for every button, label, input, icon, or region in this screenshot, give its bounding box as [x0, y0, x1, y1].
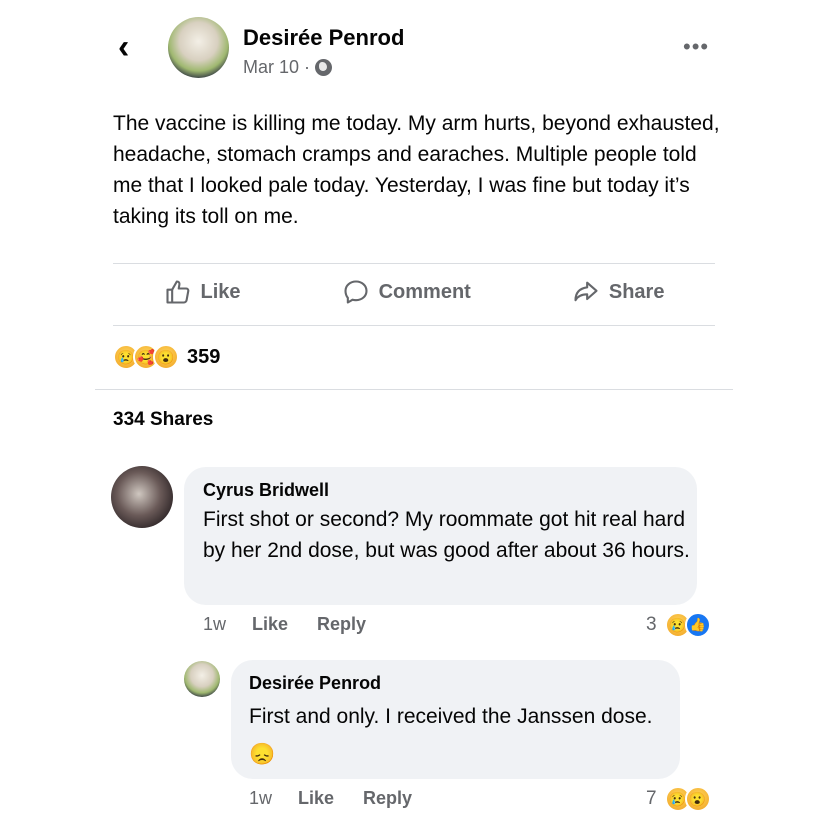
shares-count[interactable]: 334 Shares — [113, 409, 213, 431]
comment-reactions[interactable]: 3 😢 👍 — [646, 612, 711, 638]
comment-author[interactable]: Cyrus Bridwell — [203, 480, 329, 501]
comment-like-button[interactable]: Like — [252, 614, 317, 635]
author-avatar[interactable] — [168, 17, 229, 78]
comment-meta: 1w Like Reply — [249, 788, 412, 809]
commenter-avatar[interactable] — [111, 466, 173, 528]
wow-reaction-icon: 😮 — [684, 786, 711, 812]
divider — [95, 389, 733, 390]
reaction-count: 359 — [187, 345, 221, 368]
comment-reactions[interactable]: 7 😢 😮 — [646, 786, 711, 812]
comment-bubble: Cyrus Bridwell First shot or second? My … — [184, 467, 697, 605]
comment-text: First shot or second? My roommate got hi… — [203, 508, 690, 562]
comment-text: First and only. I received the Janssen d… — [249, 698, 669, 774]
comment-reply-button[interactable]: Reply — [363, 788, 412, 809]
share-label: Share — [608, 280, 665, 303]
comment-time: 1w — [249, 788, 273, 808]
comment-time: 1w — [203, 614, 227, 634]
share-icon — [574, 281, 598, 302]
back-button[interactable]: ‹ — [118, 30, 129, 64]
post-date-text: Mar 10 · — [243, 57, 311, 77]
disappointed-emoji-icon: 😞 — [249, 743, 276, 766]
divider — [113, 325, 715, 326]
post-text: The vaccine is killing me today. My arm … — [113, 112, 720, 228]
commenter-avatar[interactable] — [184, 661, 220, 697]
comment-reaction-count: 3 — [646, 614, 657, 635]
comment-text-body: First and only. I received the Janssen d… — [249, 705, 653, 728]
like-button[interactable]: Like — [164, 278, 241, 306]
comment-label: Comment — [378, 280, 471, 303]
comment-author[interactable]: Desirée Penrod — [249, 673, 381, 694]
comment-reaction-count: 7 — [646, 788, 657, 809]
divider — [113, 263, 715, 264]
comment-like-button[interactable]: Like — [298, 788, 363, 809]
comment-meta: 1w Like Reply — [203, 614, 366, 635]
reactions-summary[interactable]: 😢 🥰 😮 359 — [113, 344, 220, 370]
post-date: Mar 10 · — [243, 57, 333, 78]
like-label: Like — [200, 280, 241, 303]
thumbs-up-icon — [165, 280, 189, 304]
share-button[interactable]: Share — [572, 278, 665, 306]
like-reaction-icon: 👍 — [684, 612, 711, 638]
more-options-button[interactable]: ••• — [683, 34, 709, 60]
post-actions: Like Comment Share — [113, 278, 715, 306]
author-name[interactable]: Desirée Penrod — [243, 25, 404, 51]
comment-icon — [344, 280, 368, 304]
wow-reaction-icon: 😮 — [153, 344, 179, 370]
comment-reply-button[interactable]: Reply — [317, 614, 366, 635]
comment-bubble: Desirée Penrod First and only. I receive… — [231, 660, 680, 779]
comment-button[interactable]: Comment — [342, 278, 471, 306]
globe-icon — [315, 59, 333, 76]
